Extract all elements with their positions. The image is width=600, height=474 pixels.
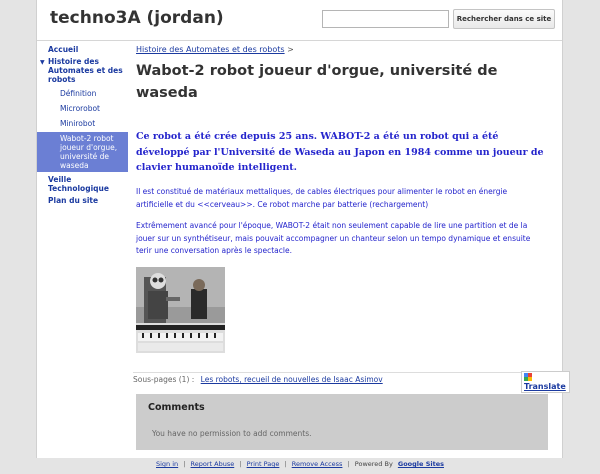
site-header: techno3A (jordan) Rechercher dans ce sit… bbox=[37, 0, 562, 41]
breadcrumb: Histoire des Automates et des robots > bbox=[136, 45, 294, 54]
body-paragraph-1: Il est constitué de matériaux mettalique… bbox=[136, 187, 508, 209]
page-title: Wabot-2 robot joueur d'orgue, université… bbox=[136, 63, 498, 101]
footer-separator: | bbox=[347, 460, 350, 468]
subpage-link[interactable]: Les robots, recueil de nouvelles de Isaa… bbox=[201, 375, 383, 384]
body-paragraph-2: Extrêmement avancé pour l'époque, WABOT-… bbox=[136, 221, 531, 255]
site-footer: Sign in | Report Abuse | Print Page | Re… bbox=[0, 460, 600, 468]
sidebar-nav: Accueil ▼ Histoire des Automates et des … bbox=[37, 44, 128, 206]
sidebar-item-label: Histoire des Automates et des robots bbox=[48, 57, 123, 84]
translate-button[interactable]: Translate bbox=[521, 371, 570, 393]
print-page-link[interactable]: Print Page bbox=[247, 460, 280, 468]
sign-in-link[interactable]: Sign in bbox=[156, 460, 178, 468]
remove-access-link[interactable]: Remove Access bbox=[292, 460, 343, 468]
powered-by-label: Powered By bbox=[354, 460, 393, 468]
breadcrumb-link[interactable]: Histoire des Automates et des robots bbox=[136, 45, 285, 54]
triangle-down-icon[interactable]: ▼ bbox=[40, 58, 45, 67]
subpages-label: Sous-pages (1) : bbox=[133, 375, 195, 384]
sidebar-item-accueil[interactable]: Accueil bbox=[37, 44, 128, 55]
report-abuse-link[interactable]: Report Abuse bbox=[191, 460, 235, 468]
page-container: techno3A (jordan) Rechercher dans ce sit… bbox=[36, 0, 570, 458]
sidebar-item-minirobot[interactable]: Minirobot bbox=[37, 118, 128, 129]
subpages-list: Sous-pages (1) : Les robots, recueil de … bbox=[133, 372, 557, 384]
robot-photo-illustration bbox=[136, 267, 225, 353]
sidebar-item-histoire[interactable]: ▼ Histoire des Automates et des robots bbox=[37, 56, 128, 85]
site-title[interactable]: techno3A (jordan) bbox=[50, 8, 224, 28]
search-button[interactable]: Rechercher dans ce site bbox=[453, 9, 555, 29]
comments-section: Comments You have no permission to add c… bbox=[136, 394, 548, 450]
translate-label: Translate bbox=[524, 382, 566, 391]
footer-separator: | bbox=[284, 460, 287, 468]
sidebar-item-plan-du-site[interactable]: Plan du site bbox=[37, 195, 128, 206]
sidebar-item-definition[interactable]: Définition bbox=[37, 88, 128, 99]
comments-title: Comments bbox=[148, 402, 205, 413]
google-translate-icon bbox=[524, 373, 532, 381]
breadcrumb-separator: > bbox=[287, 45, 294, 54]
comments-permission-note: You have no permission to add comments. bbox=[152, 429, 312, 438]
google-sites-link[interactable]: Google Sites bbox=[398, 460, 444, 468]
footer-separator: | bbox=[239, 460, 242, 468]
search-input[interactable] bbox=[322, 10, 449, 28]
wabot-2-photo bbox=[136, 267, 225, 353]
sidebar-item-veille[interactable]: Veille Technologique bbox=[37, 174, 128, 194]
footer-separator: | bbox=[183, 460, 186, 468]
lead-paragraph: Ce robot a été crée depuis 25 ans. WABOT… bbox=[136, 131, 544, 173]
sidebar-item-microrobot[interactable]: Microrobot bbox=[37, 103, 128, 114]
sidebar-item-wabot-2[interactable]: Wabot-2 robot joueur d'orgue, université… bbox=[37, 132, 128, 172]
